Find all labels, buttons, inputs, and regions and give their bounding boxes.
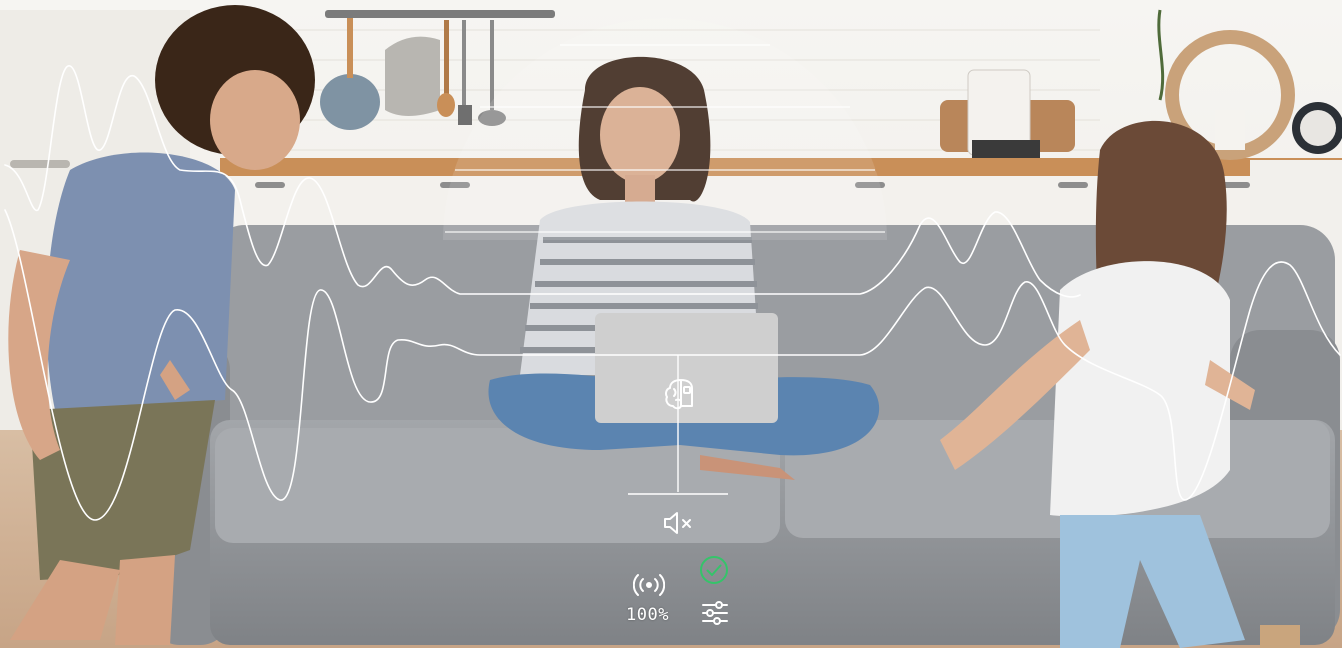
ai-brain-icon bbox=[665, 379, 693, 410]
sliders-icon[interactable] bbox=[700, 598, 730, 628]
utensil-rail bbox=[325, 10, 555, 18]
scene-illustration bbox=[0, 0, 1342, 648]
speaker-mute-icon[interactable] bbox=[662, 509, 696, 537]
wireless-signal-icon bbox=[633, 574, 665, 596]
photo-scene: 100% bbox=[0, 0, 1342, 648]
check-circle-icon bbox=[700, 556, 728, 584]
signal-strength-percent: 100% bbox=[626, 605, 669, 625]
